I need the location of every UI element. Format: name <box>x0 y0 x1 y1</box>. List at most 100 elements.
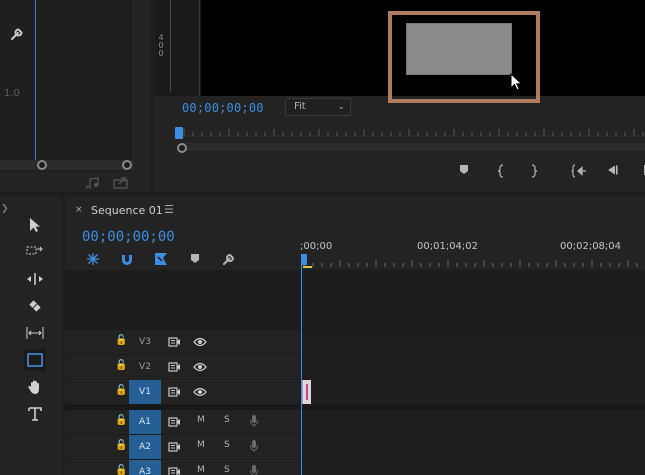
audio-clip-icon[interactable] <box>85 174 102 193</box>
panel-menu-icon[interactable]: ☰ <box>164 203 174 216</box>
track-row-v2[interactable]: 🔓 V2 <box>65 355 645 379</box>
effect-controls-playhead[interactable] <box>35 0 36 160</box>
zoom-level-select[interactable]: Fit ⌄ <box>285 98 351 116</box>
timeline-playhead[interactable] <box>301 254 307 265</box>
solo-button[interactable]: S <box>224 440 230 450</box>
hand-tool-icon[interactable] <box>24 376 46 398</box>
ripple-edit-tool-icon[interactable] <box>24 268 46 290</box>
track-target-a2[interactable]: A2 <box>129 435 161 459</box>
lock-icon[interactable]: 🔓 <box>115 415 127 426</box>
track-content[interactable] <box>301 460 645 475</box>
sync-lock-icon[interactable] <box>168 386 181 398</box>
close-icon[interactable]: × <box>75 205 83 215</box>
track-content[interactable] <box>301 330 645 354</box>
eye-icon[interactable] <box>193 336 207 348</box>
sync-lock-icon[interactable] <box>168 361 181 373</box>
program-time-ruler[interactable] <box>180 126 645 140</box>
go-to-in-icon[interactable] <box>570 164 588 181</box>
add-marker-icon[interactable] <box>188 252 202 266</box>
track-content[interactable] <box>301 380 645 404</box>
track-row-v1[interactable]: 🔓 V1 <box>65 380 645 404</box>
track-row-a2[interactable]: 🔓 A2 M S <box>65 435 645 459</box>
tab-sequence[interactable]: Sequence 01 <box>91 204 163 217</box>
slip-tool-icon[interactable] <box>24 322 46 344</box>
audio-meter-ticks <box>196 0 200 96</box>
lock-icon[interactable]: 🔓 <box>115 335 127 346</box>
step-back-icon[interactable] <box>604 164 622 179</box>
value-label: 1.0 <box>4 88 20 99</box>
track-select-tool-icon[interactable] <box>24 241 46 263</box>
type-tool-icon[interactable] <box>24 403 46 425</box>
mute-button[interactable]: M <box>197 415 205 425</box>
chevron-down-icon: ⌄ <box>337 102 345 112</box>
track-header: 🔓 V1 <box>65 380 301 404</box>
wrench-icon[interactable] <box>222 252 236 266</box>
selection-tool-icon[interactable] <box>24 214 46 236</box>
track-target-a3[interactable]: A3 <box>129 460 161 475</box>
effect-controls-scrollbar[interactable] <box>0 160 134 170</box>
solo-button[interactable]: S <box>224 415 230 425</box>
track-header: 🔓 A2 M S <box>65 435 301 459</box>
program-zoom-handle[interactable] <box>177 143 187 153</box>
scroll-end-handle[interactable] <box>122 160 132 170</box>
track-row-a1[interactable]: 🔓 A1 M S <box>65 410 645 434</box>
scroll-start-handle[interactable] <box>37 160 47 170</box>
mute-button[interactable]: M <box>197 465 205 475</box>
program-zoom-scrollbar[interactable] <box>180 143 645 151</box>
eye-icon[interactable] <box>193 361 207 373</box>
track-row-a3[interactable]: 🔓 A3 M S <box>65 460 645 475</box>
sync-lock-icon[interactable] <box>168 336 181 348</box>
program-playhead[interactable] <box>175 127 183 139</box>
clip-marker <box>306 384 308 400</box>
ruler-label-mid: 00;01;04;02 <box>417 241 479 252</box>
sync-lock-icon[interactable] <box>168 416 181 428</box>
export-icon[interactable] <box>113 174 129 193</box>
marker-icon[interactable] <box>455 164 473 179</box>
audio-meter-bar <box>170 0 171 92</box>
microphone-icon[interactable] <box>249 464 259 475</box>
ruler-label-end: 00;02;08;04 <box>560 241 622 252</box>
mark-out-icon[interactable] <box>525 164 543 181</box>
lock-icon[interactable]: 🔓 <box>115 360 127 371</box>
track-content[interactable] <box>301 435 645 459</box>
nest-sequence-icon[interactable] <box>86 252 100 266</box>
timeline-playhead-line[interactable] <box>301 265 302 475</box>
solo-button[interactable]: S <box>224 465 230 475</box>
track-target-a1[interactable]: A1 <box>129 410 161 434</box>
track-target-v3[interactable]: V3 <box>129 330 161 354</box>
track-content[interactable] <box>301 410 645 434</box>
lock-icon[interactable]: 🔓 <box>115 440 127 451</box>
track-header: 🔓 A1 M S <box>65 410 301 434</box>
mute-button[interactable]: M <box>197 440 205 450</box>
work-area-bar[interactable] <box>303 266 312 268</box>
razor-tool-icon[interactable] <box>24 295 46 317</box>
microphone-icon[interactable] <box>249 439 259 453</box>
audio-meter-scale: 4 0 0 <box>158 33 164 58</box>
ruler-label-start: ;00;00 <box>300 241 333 252</box>
linked-selection-icon[interactable] <box>154 252 168 266</box>
track-header: 🔓 V2 <box>65 355 301 379</box>
track-content[interactable] <box>301 355 645 379</box>
track-header: 🔓 V3 <box>65 330 301 354</box>
sync-lock-icon[interactable] <box>168 441 181 453</box>
panel-grip-icon[interactable]: ❯ <box>1 204 9 214</box>
track-header: 🔓 A3 M S <box>65 460 301 475</box>
lock-icon[interactable]: 🔓 <box>115 385 127 396</box>
timeline-time-ruler[interactable] <box>302 258 645 270</box>
rectangle-tool-icon[interactable] <box>24 349 46 371</box>
sync-lock-icon[interactable] <box>168 466 181 475</box>
timeline-timecode[interactable]: 00;00;00;00 <box>82 229 175 245</box>
track-target-v2[interactable]: V2 <box>129 355 161 379</box>
program-timecode[interactable]: 00;00;00;00 <box>182 101 264 115</box>
snap-magnet-icon[interactable] <box>120 252 134 266</box>
zoom-level-value: Fit <box>294 101 306 112</box>
track-target-v1[interactable]: V1 <box>129 380 161 404</box>
lock-icon[interactable]: 🔓 <box>115 465 127 475</box>
mark-in-icon[interactable] <box>492 164 510 181</box>
eye-icon[interactable] <box>193 386 207 398</box>
play-stop-icon[interactable] <box>637 164 645 179</box>
microphone-icon[interactable] <box>249 414 259 428</box>
mouse-cursor-icon <box>510 72 524 93</box>
track-row-v3[interactable]: 🔓 V3 <box>65 330 645 354</box>
wrench-icon[interactable] <box>9 26 25 42</box>
